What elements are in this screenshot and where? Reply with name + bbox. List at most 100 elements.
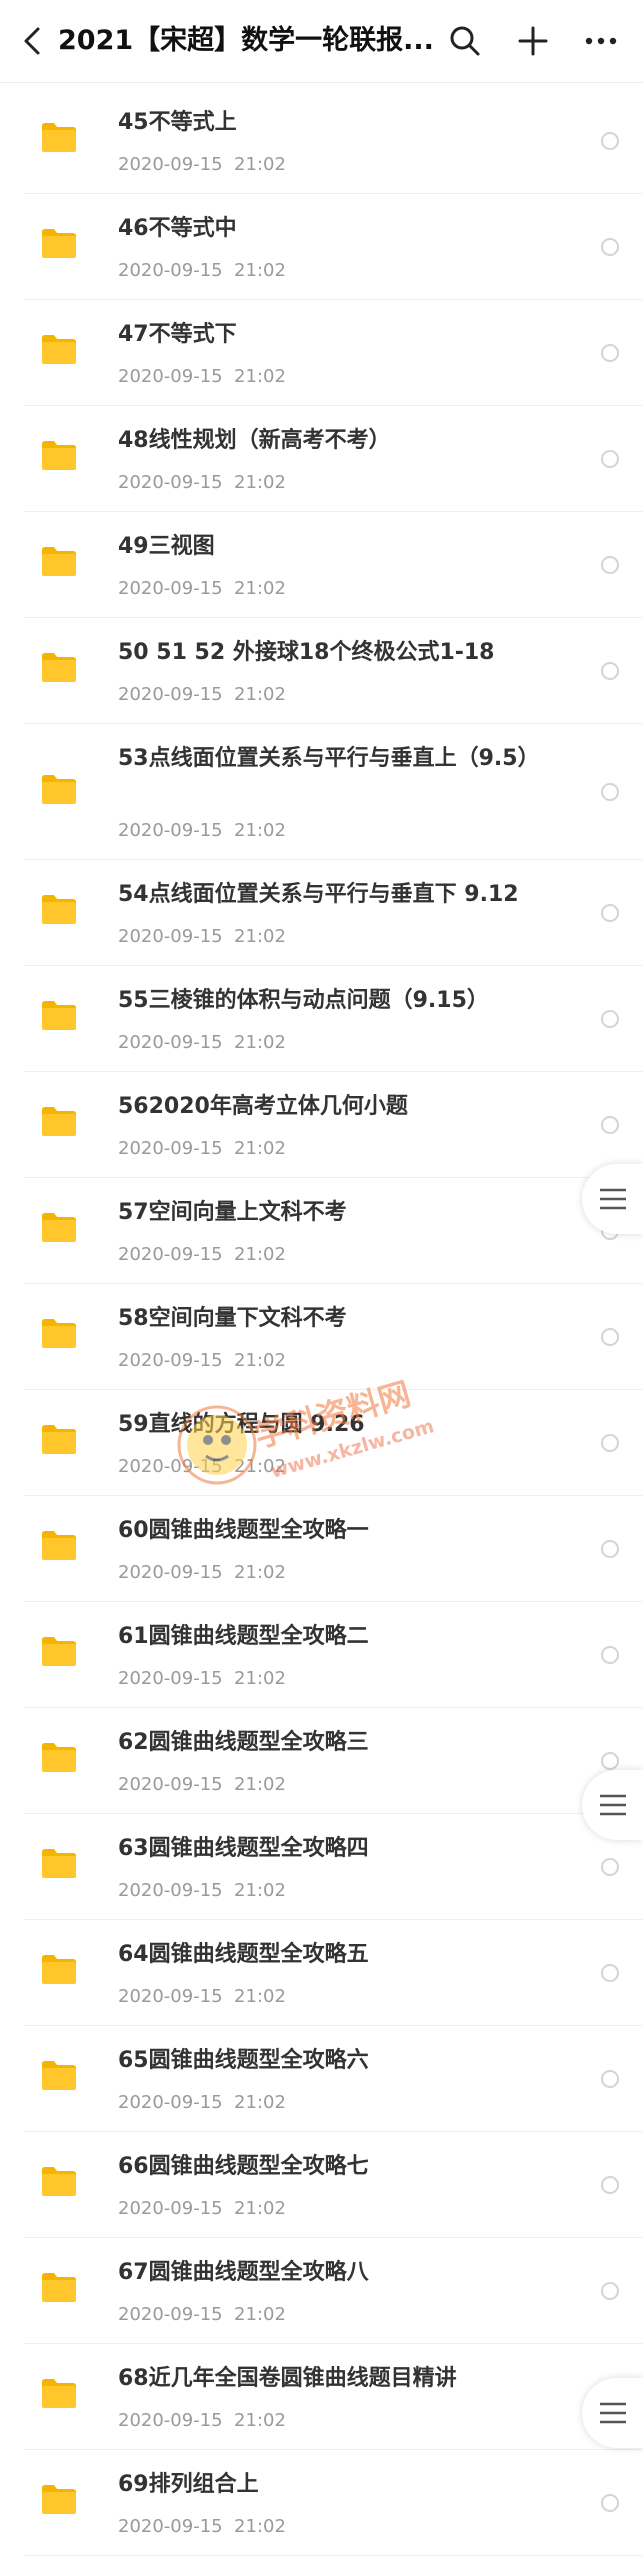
folder-icon [42, 1425, 76, 1454]
folder-name: 63圆锥曲线题型全攻略四 [118, 1836, 369, 1861]
back-button[interactable] [8, 16, 58, 66]
list-item[interactable]: 50 51 52 外接球18个终极公式1-18 2020-09-15 21:02 [24, 618, 643, 724]
select-radio[interactable] [601, 1434, 619, 1452]
select-radio[interactable] [601, 1116, 619, 1134]
folder-date: 2020-09-15 21:02 [118, 2092, 286, 2113]
page-title: 2021【宋超】数学一轮联报... [58, 25, 434, 56]
more-button[interactable] [576, 16, 626, 66]
menu-lines-icon [599, 1188, 626, 1210]
list-item[interactable]: 68近几年全国卷圆锥曲线题目精讲 2020-09-15 21:02 [24, 2344, 643, 2450]
folder-icon [42, 335, 76, 364]
folder-date: 2020-09-15 21:02 [118, 820, 286, 841]
add-button[interactable] [508, 16, 558, 66]
select-radio[interactable] [601, 1858, 619, 1876]
select-radio[interactable] [601, 1328, 619, 1346]
folder-icon [42, 229, 76, 258]
select-radio[interactable] [601, 1010, 619, 1028]
select-radio[interactable] [601, 2494, 619, 2512]
plus-icon [518, 26, 548, 56]
folder-name: 47不等式下 [118, 322, 237, 347]
select-radio[interactable] [601, 2282, 619, 2300]
floating-menu-button[interactable] [582, 2378, 643, 2448]
folder-name: 64圆锥曲线题型全攻略五 [118, 1942, 369, 1967]
folder-date: 2020-09-15 21:02 [118, 1668, 286, 1689]
folder-icon [42, 1955, 76, 1984]
folder-date: 2020-09-15 21:02 [118, 926, 286, 947]
select-radio[interactable] [601, 783, 619, 801]
folder-icon [42, 1319, 76, 1348]
list-item[interactable]: 62圆锥曲线题型全攻略三 2020-09-15 21:02 [24, 1708, 643, 1814]
list-item[interactable]: 66圆锥曲线题型全攻略七 2020-09-15 21:02 [24, 2132, 643, 2238]
folder-icon [42, 2167, 76, 2196]
folder-date: 2020-09-15 21:02 [118, 1350, 286, 1371]
folder-name: 68近几年全国卷圆锥曲线题目精讲 [118, 2366, 457, 2391]
folder-date: 2020-09-15 21:02 [118, 1032, 286, 1053]
select-radio[interactable] [601, 344, 619, 362]
list-item[interactable]: 58空间向量下文科不考 2020-09-15 21:02 [24, 1284, 643, 1390]
folder-date: 2020-09-15 21:02 [118, 2198, 286, 2219]
list-item[interactable]: 48线性规划（新高考不考） 2020-09-15 21:02 [24, 406, 643, 512]
select-radio[interactable] [601, 2176, 619, 2194]
folder-icon [42, 547, 76, 576]
list-item[interactable]: 45不等式上 2020-09-15 21:02 [24, 88, 643, 194]
folder-date: 2020-09-15 21:02 [118, 366, 286, 387]
list-item[interactable]: 562020年高考立体几何小题 2020-09-15 21:02 [24, 1072, 643, 1178]
list-item[interactable]: 59直线的方程与圆 9.26 2020-09-15 21:02 [24, 1390, 643, 1496]
folder-date: 2020-09-15 21:02 [118, 2410, 286, 2431]
folder-name: 46不等式中 [118, 216, 237, 241]
folder-icon [42, 895, 76, 924]
folder-name: 65圆锥曲线题型全攻略六 [118, 2048, 369, 2073]
folder-date: 2020-09-15 21:02 [118, 260, 286, 281]
select-radio[interactable] [601, 450, 619, 468]
folder-name: 45不等式上 [118, 110, 237, 135]
list-item[interactable]: 65圆锥曲线题型全攻略六 2020-09-15 21:02 [24, 2026, 643, 2132]
folder-icon [42, 2485, 76, 2514]
folder-list: 45不等式上 2020-09-15 21:02 46不等式中 2020-09-15 2… [0, 88, 643, 2556]
folder-date: 2020-09-15 21:02 [118, 1986, 286, 2007]
select-radio[interactable] [601, 1646, 619, 1664]
folder-name: 58空间向量下文科不考 [118, 1306, 347, 1331]
list-item[interactable]: 57空间向量上文科不考 2020-09-15 21:02 [24, 1178, 643, 1284]
select-radio[interactable] [601, 2070, 619, 2088]
folder-icon [42, 775, 76, 804]
select-radio[interactable] [601, 1752, 619, 1770]
folder-icon [42, 441, 76, 470]
floating-menu-button[interactable] [582, 1770, 643, 1840]
folder-icon [42, 2273, 76, 2302]
folder-icon [42, 1849, 76, 1878]
list-item[interactable]: 61圆锥曲线题型全攻略二 2020-09-15 21:02 [24, 1602, 643, 1708]
floating-menu-button[interactable] [582, 1164, 643, 1234]
list-item[interactable]: 55三棱锥的体积与动点问题（9.15） 2020-09-15 21:02 [24, 966, 643, 1072]
search-button[interactable] [440, 16, 490, 66]
menu-lines-icon [599, 1794, 626, 1816]
select-radio[interactable] [601, 1964, 619, 1982]
list-item[interactable]: 64圆锥曲线题型全攻略五 2020-09-15 21:02 [24, 1920, 643, 2026]
select-radio[interactable] [601, 1540, 619, 1558]
folder-name: 57空间向量上文科不考 [118, 1200, 347, 1225]
folder-date: 2020-09-15 21:02 [118, 472, 286, 493]
folder-name: 53点线面位置关系与平行与垂直上（9.5） [118, 746, 540, 771]
menu-lines-icon [599, 2402, 626, 2424]
list-item[interactable]: 67圆锥曲线题型全攻略八 2020-09-15 21:02 [24, 2238, 643, 2344]
list-item[interactable]: 63圆锥曲线题型全攻略四 2020-09-15 21:02 [24, 1814, 643, 1920]
select-radio[interactable] [601, 238, 619, 256]
select-radio[interactable] [601, 556, 619, 574]
folder-date: 2020-09-15 21:02 [118, 1880, 286, 1901]
folder-date: 2020-09-15 21:02 [118, 1138, 286, 1159]
header-bar: 2021【宋超】数学一轮联报... [0, 0, 643, 82]
list-item[interactable]: 69排列组合上 2020-09-15 21:02 [24, 2450, 643, 2556]
list-item[interactable]: 54点线面位置关系与平行与垂直下 9.12 2020-09-15 21:02 [24, 860, 643, 966]
list-item[interactable]: 47不等式下 2020-09-15 21:02 [24, 300, 643, 406]
folder-icon [42, 1743, 76, 1772]
folder-icon [42, 2061, 76, 2090]
select-radio[interactable] [601, 662, 619, 680]
list-item[interactable]: 46不等式中 2020-09-15 21:02 [24, 194, 643, 300]
list-item[interactable]: 53点线面位置关系与平行与垂直上（9.5） 2020-09-15 21:02 [24, 724, 643, 860]
select-radio[interactable] [601, 904, 619, 922]
folder-icon [42, 2379, 76, 2408]
folder-date: 2020-09-15 21:02 [118, 684, 286, 705]
list-item[interactable]: 49三视图 2020-09-15 21:02 [24, 512, 643, 618]
select-radio[interactable] [601, 132, 619, 150]
list-item[interactable]: 60圆锥曲线题型全攻略一 2020-09-15 21:02 [24, 1496, 643, 1602]
folder-name: 66圆锥曲线题型全攻略七 [118, 2154, 369, 2179]
